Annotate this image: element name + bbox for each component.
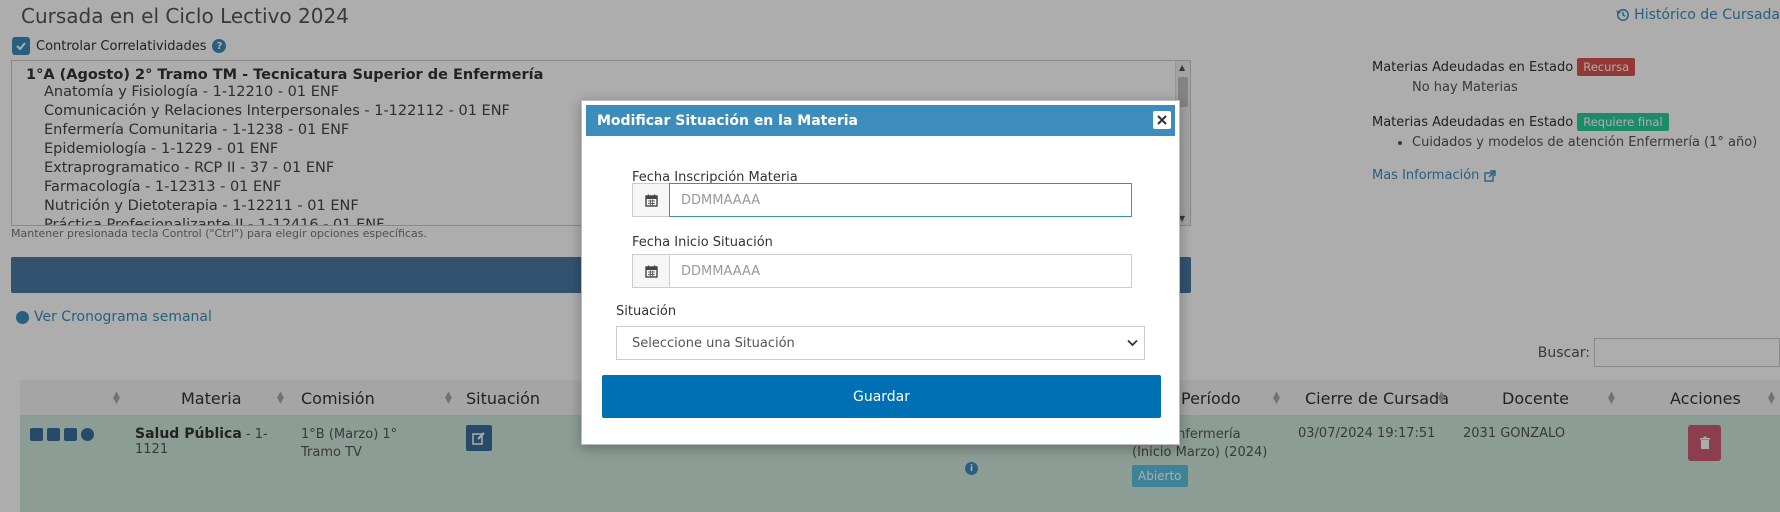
fecha-inscripcion-input[interactable]: DDMMAAAA — [669, 183, 1132, 217]
modal-header: Modificar Situación en la Materia — [586, 105, 1175, 136]
calendar-icon[interactable] — [632, 183, 669, 217]
close-button[interactable] — [1153, 111, 1171, 129]
chevron-down-icon — [1127, 339, 1138, 347]
fecha-inicio-input[interactable]: DDMMAAAA — [669, 254, 1132, 288]
close-icon — [1157, 115, 1167, 125]
modal-title: Modificar Situación en la Materia — [597, 112, 858, 129]
fecha-inscripcion-group: DDMMAAAA — [632, 183, 1132, 217]
calendar-icon[interactable] — [632, 254, 669, 288]
situacion-selected: Seleccione una Situación — [632, 335, 795, 351]
fecha-inicio-label: Fecha Inicio Situación — [632, 235, 773, 250]
modificar-situacion-modal: Modificar Situación en la Materia Fecha … — [581, 100, 1180, 445]
save-button[interactable]: Guardar — [602, 375, 1161, 418]
situacion-select[interactable]: Seleccione una Situación — [616, 326, 1145, 360]
fecha-inicio-group: DDMMAAAA — [632, 254, 1132, 288]
situacion-label: Situación — [616, 304, 677, 319]
